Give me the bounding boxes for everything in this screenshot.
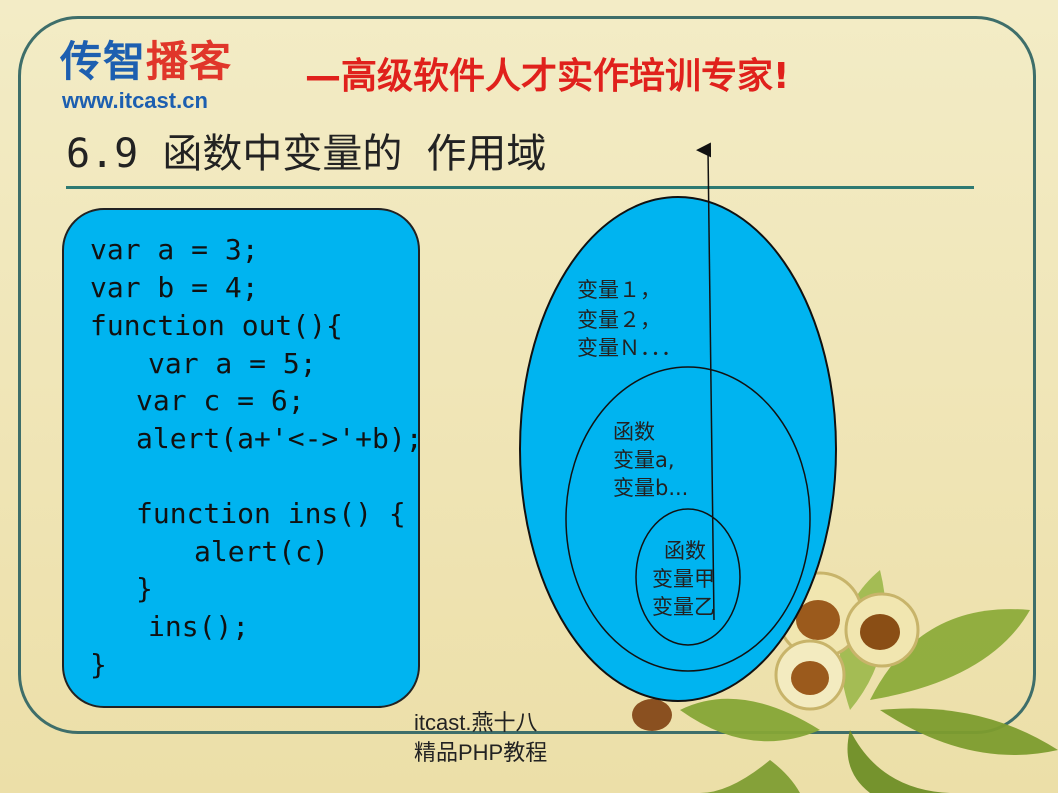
inner-scope-var: 变量乙 xyxy=(652,595,715,619)
outer-scope-var: 变量１， xyxy=(577,278,661,302)
middle-scope-var: 变量a, xyxy=(613,448,675,472)
outer-scope-var: 变量Ｎ．．． xyxy=(577,336,682,360)
inner-scope-label: 函数 xyxy=(664,539,706,563)
footer-line-1: itcast.燕十八 xyxy=(414,710,538,735)
footer-credit: itcast.燕十八 精品PHP教程 xyxy=(414,708,547,768)
middle-scope-label: 函数 xyxy=(613,420,655,444)
slide: 传智播客 www.itcast.cn —高级软件人才实作培训专家! 6.9 函数… xyxy=(0,0,1058,793)
outer-scope-var: 变量２， xyxy=(577,308,661,332)
middle-scope-var: 变量b... xyxy=(613,476,689,500)
scope-diagram xyxy=(519,142,837,702)
inner-scope-var: 变量甲 xyxy=(652,567,715,591)
footer-line-2: 精品PHP教程 xyxy=(414,740,548,765)
